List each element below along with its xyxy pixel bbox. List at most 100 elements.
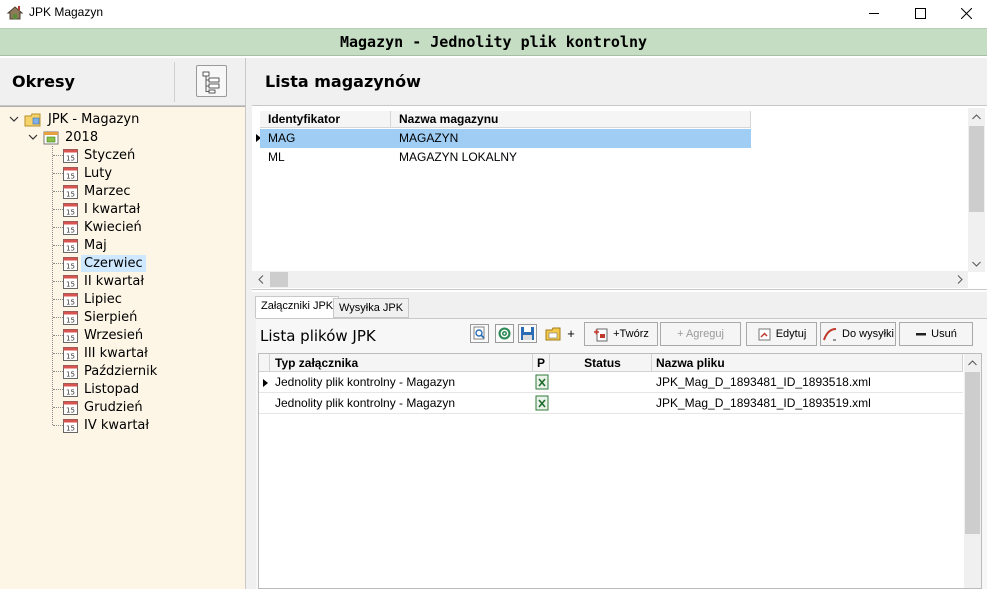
scroll-down-button[interactable]: [968, 255, 985, 272]
tree-item-period[interactable]: 15 Marzec: [63, 182, 134, 200]
calendar-icon: 15: [63, 292, 78, 307]
tree-item-period[interactable]: 15 Lipiec: [63, 290, 125, 308]
aggregate-label: + Agreguj: [677, 328, 724, 340]
tab-sending[interactable]: Wysyłka JPK: [333, 298, 410, 318]
chevron-up-icon: [972, 113, 981, 119]
calendar-day-label: 15: [66, 388, 75, 396]
calendar-day-label: 15: [66, 280, 75, 288]
tree-item-label: I kwartał: [84, 201, 141, 217]
xml-file-icon: [535, 395, 549, 411]
tree-item-period[interactable]: 15 IV kwartał: [63, 416, 152, 434]
chevron-up-icon: [968, 359, 977, 365]
send-button[interactable]: Do wysyłki: [820, 322, 896, 346]
grid-header: Identyfikator Nazwa magazynu: [260, 111, 751, 128]
save-icon: [521, 327, 534, 340]
refresh-icon: [498, 327, 511, 340]
chevron-down-icon[interactable]: [8, 113, 20, 125]
aggregate-button[interactable]: + Agreguj: [660, 322, 741, 346]
scroll-thumb[interactable]: [965, 372, 980, 534]
tree-item-label: Styczeń: [84, 147, 136, 163]
table-row[interactable]: Jednolity plik kontrolny - Magazyn JPK_M…: [259, 393, 963, 414]
tree-connector: [53, 353, 63, 354]
create-button[interactable]: +Twórz: [584, 322, 658, 346]
scroll-thumb[interactable]: [969, 126, 984, 212]
scroll-left-button[interactable]: [252, 271, 269, 288]
tree-item-label: Maj: [84, 237, 107, 253]
maximize-button[interactable]: [897, 0, 943, 26]
tree-item-period[interactable]: 15 Listopad: [63, 380, 142, 398]
minimize-button[interactable]: [851, 0, 897, 26]
tree-view-button[interactable]: [196, 65, 227, 97]
periods-title: Okresy: [12, 72, 75, 91]
calendar-icon: 15: [63, 148, 78, 163]
tree-connector: [53, 191, 63, 192]
calendar-day-label: 15: [66, 316, 75, 324]
warehouses-grid: Identyfikator Nazwa magazynu MAG MAGAZYN…: [252, 108, 987, 290]
tree-item-period[interactable]: 15 Wrzesień: [63, 326, 146, 344]
edit-label: Edytuj: [775, 328, 807, 340]
column-header-p[interactable]: P: [533, 354, 550, 372]
calendar-icon: 15: [63, 166, 78, 181]
column-header-type[interactable]: Typ załącznika: [270, 354, 533, 372]
tree-item-period[interactable]: 15 Sierpień: [63, 308, 140, 326]
chevron-down-icon[interactable]: [27, 131, 39, 143]
table-row[interactable]: Jednolity plik kontrolny - Magazyn JPK_M…: [259, 372, 963, 393]
calendar-day-label: 15: [66, 208, 75, 216]
column-header-status[interactable]: Status: [550, 354, 652, 372]
column-header-id[interactable]: Identyfikator: [260, 111, 391, 128]
calendar-icon: 15: [63, 238, 78, 253]
calendar-icon: 15: [63, 274, 78, 289]
tree-connector: [53, 389, 63, 390]
cell-type: Jednolity plik kontrolny - Magazyn: [275, 375, 456, 389]
tree-item-period[interactable]: 15 Kwiecień: [63, 218, 145, 236]
row-indicator-header: [259, 354, 270, 372]
scroll-up-button[interactable]: [968, 108, 985, 125]
warehouses-header: Lista magazynów: [252, 58, 987, 106]
cell-p: [535, 372, 551, 393]
tree-item-label: Listopad: [84, 381, 140, 397]
tree-item-period[interactable]: 15 III kwartał: [63, 344, 151, 362]
preview-button[interactable]: [470, 324, 489, 343]
calendar-year-icon: [43, 131, 59, 144]
window-title: JPK Magazyn: [29, 5, 104, 19]
add-attachment-button[interactable]: +: [541, 323, 579, 344]
tree-item-label: Grudzień: [84, 399, 143, 415]
tree-item-period[interactable]: 15 II kwartał: [63, 272, 147, 290]
horizontal-scrollbar[interactable]: [252, 271, 968, 288]
vertical-scrollbar[interactable]: [964, 354, 981, 588]
save-button[interactable]: [518, 324, 537, 343]
tree-root[interactable]: JPK - Magazyn: [8, 110, 142, 128]
cell-type: Jednolity plik kontrolny - Magazyn: [275, 396, 456, 410]
column-header-name[interactable]: Nazwa magazynu: [391, 111, 751, 128]
tree-item-period[interactable]: 15 Luty: [63, 164, 115, 182]
scroll-right-button[interactable]: [951, 271, 968, 288]
tree-item-label: Marzec: [84, 183, 131, 199]
delete-button[interactable]: Usuń: [899, 322, 973, 346]
tab-content: Lista plików JPK + +Twórz + Agreguj Edyt…: [256, 318, 987, 589]
refresh-button[interactable]: [495, 324, 514, 343]
tree-item-period[interactable]: 15 Czerwiec: [63, 254, 146, 272]
tree-item-period[interactable]: 15 Maj: [63, 236, 110, 254]
tree-item-period[interactable]: 15 Październik: [63, 362, 160, 380]
scroll-thumb[interactable]: [270, 272, 288, 287]
tree-year[interactable]: 2018: [27, 128, 101, 146]
close-button[interactable]: [943, 0, 987, 26]
attachments-panel: Załączniki JPK Wysyłka JPK Lista plików …: [252, 292, 987, 589]
tree-item-period[interactable]: 15 I kwartał: [63, 200, 143, 218]
calendar-icon: 15: [63, 202, 78, 217]
tab-attachments[interactable]: Załączniki JPK: [255, 296, 340, 319]
tree-connector: [53, 281, 63, 282]
column-header-filename[interactable]: Nazwa pliku: [652, 354, 963, 372]
tree-item-period[interactable]: 15 Grudzień: [63, 398, 146, 416]
scroll-up-button[interactable]: [964, 354, 981, 371]
table-row[interactable]: ML MAGAZYN LOKALNY: [260, 148, 751, 167]
files-grid: Typ załącznika P Status Nazwa pliku Jedn…: [258, 353, 982, 589]
tree-root-label: JPK - Magazyn: [48, 111, 140, 127]
calendar-day-label: 15: [66, 262, 75, 270]
tree-item-period[interactable]: 15 Styczeń: [63, 146, 138, 164]
vertical-scrollbar[interactable]: [968, 108, 985, 272]
table-row[interactable]: MAG MAGAZYN: [256, 129, 751, 148]
tree-connector: [53, 299, 63, 300]
edit-button[interactable]: Edytuj: [746, 322, 817, 346]
close-icon: [960, 7, 972, 19]
